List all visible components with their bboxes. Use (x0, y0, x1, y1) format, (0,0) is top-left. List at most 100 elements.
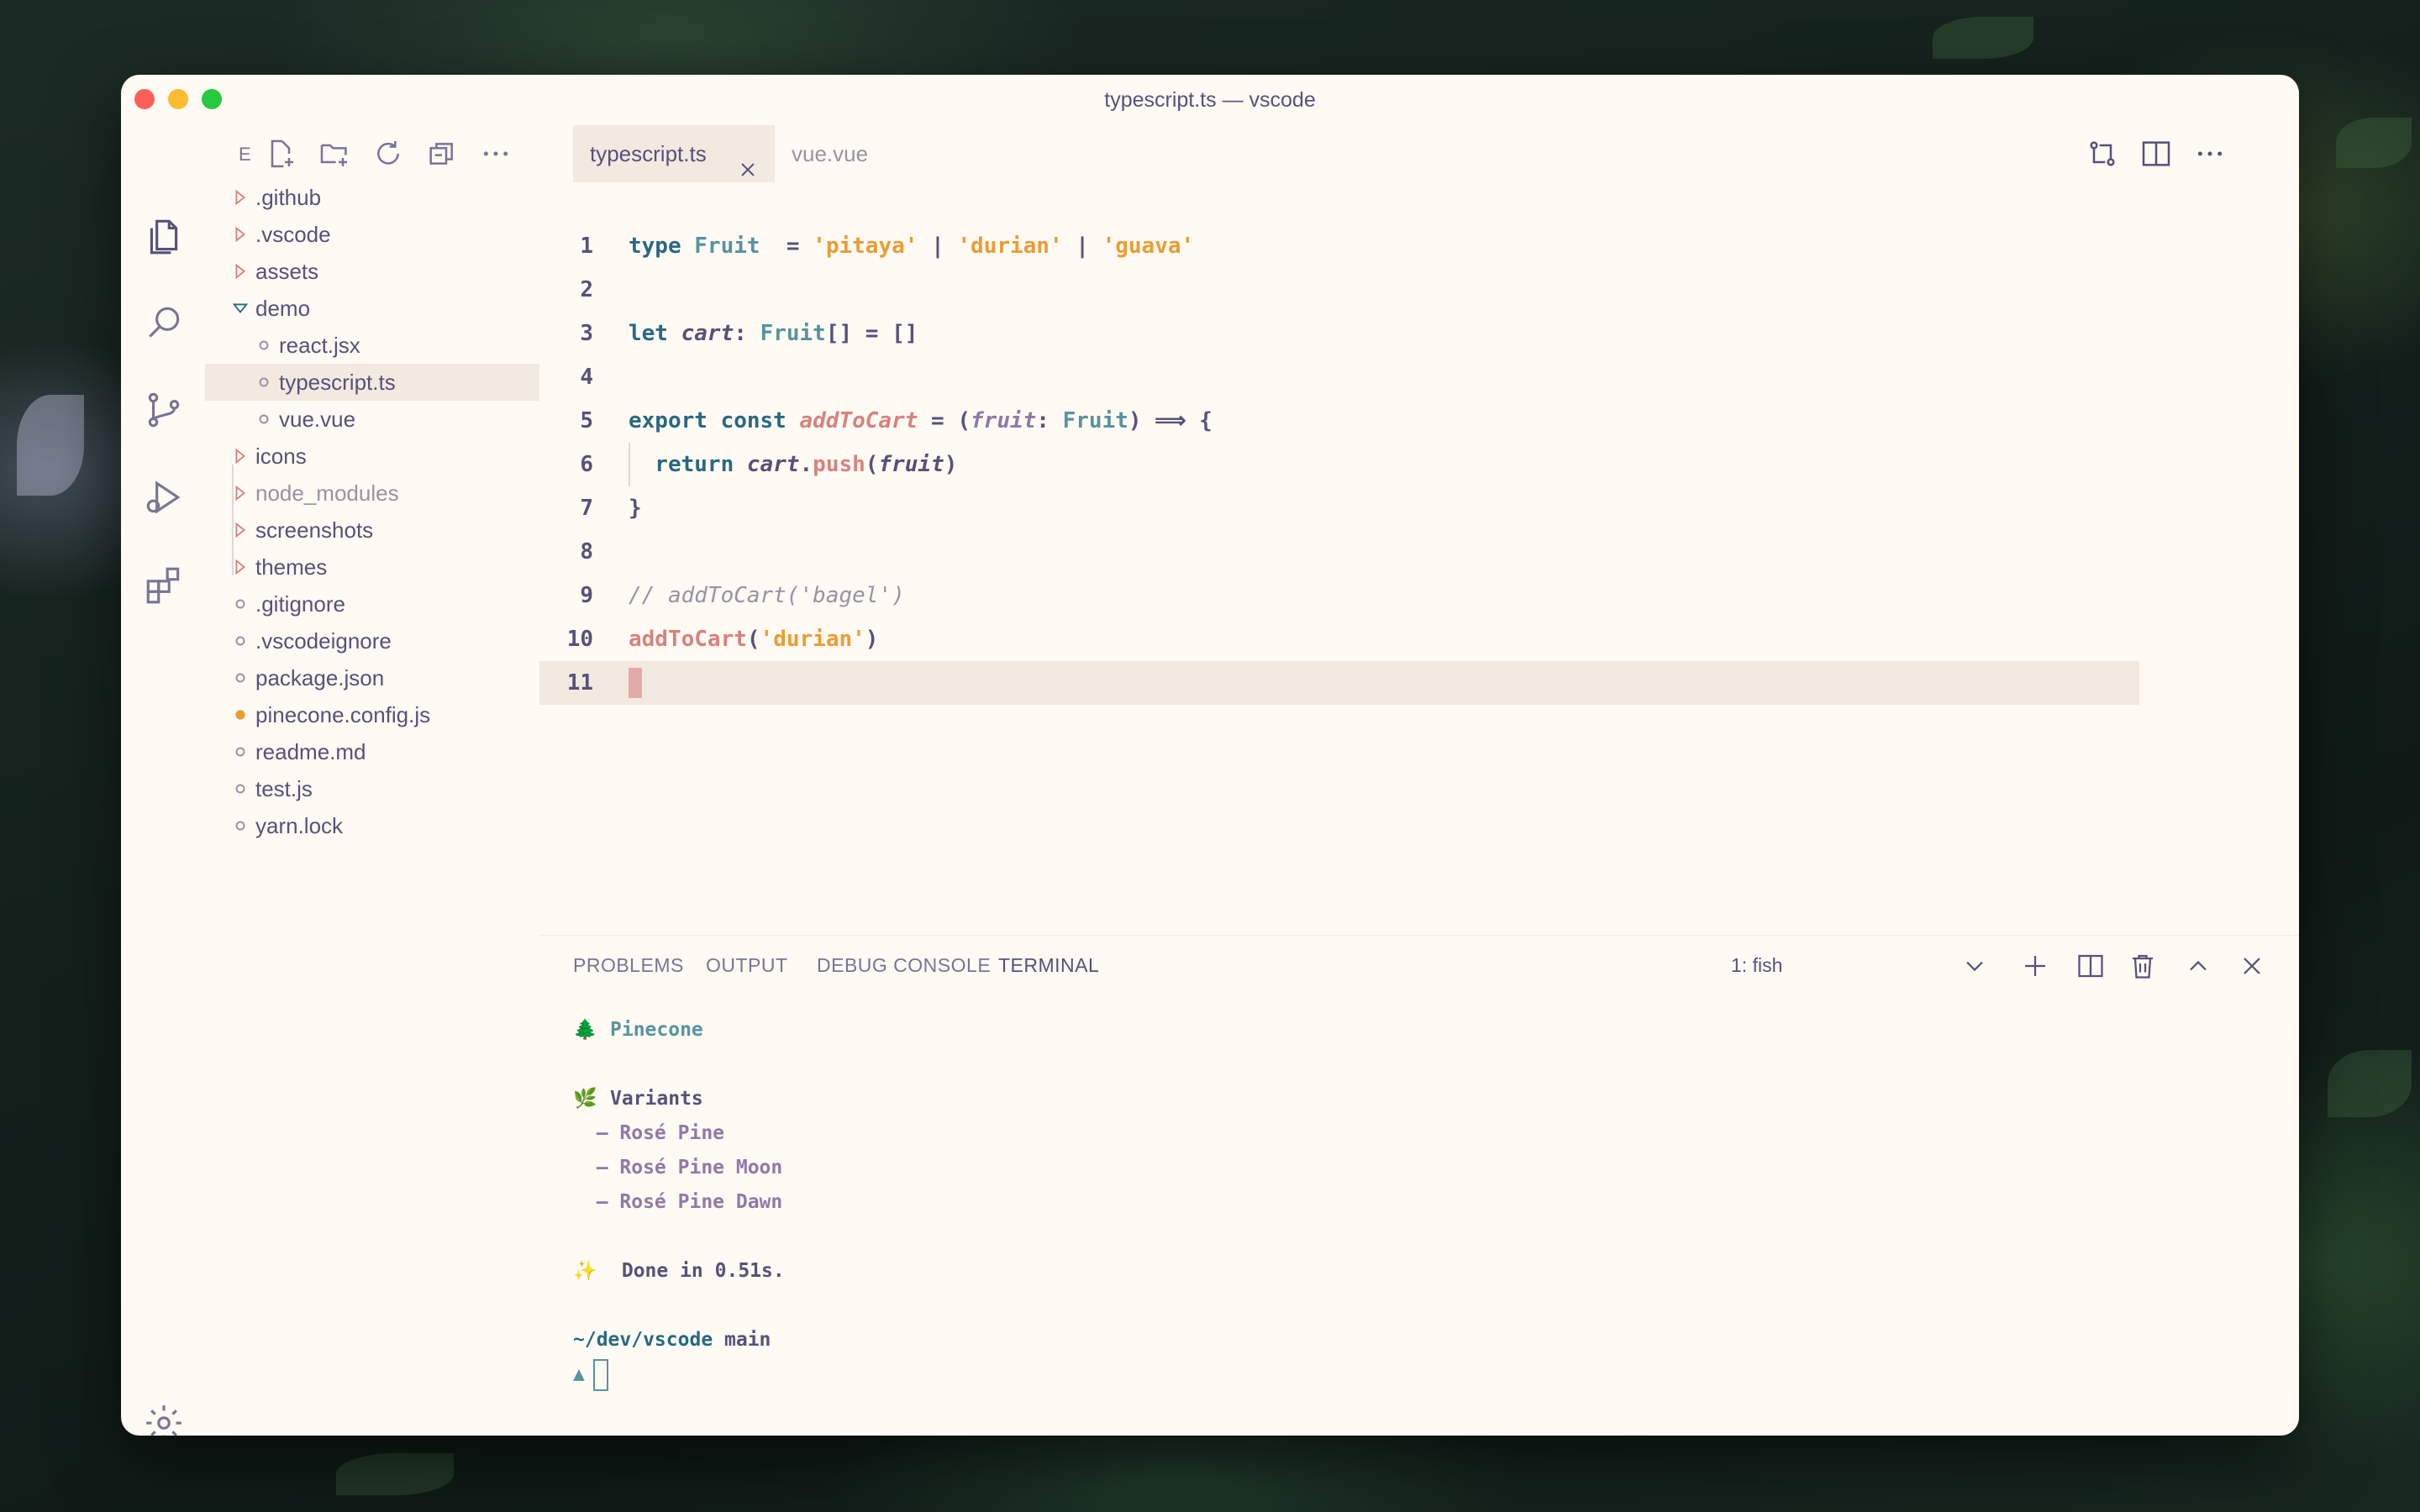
chevron-down-icon (230, 290, 250, 327)
file-tree: .github .vscode assets demo react.jsx typescr… (205, 179, 539, 844)
terminal-line: – Rosé Pine Dawn (573, 1191, 783, 1213)
tree-file[interactable]: typescript.ts (205, 364, 539, 401)
emoji-icon: ✨ (573, 1260, 597, 1282)
terminal-line: 🌿 Variants (573, 1082, 2299, 1116)
terminal-prompt[interactable]: ▲ (573, 1357, 2299, 1392)
terminal-line: – Rosé Pine Moon (573, 1157, 783, 1179)
tree-item-label: package.json (255, 665, 385, 690)
tree-file[interactable]: .gitignore (205, 585, 539, 622)
foliage-decoration (2336, 118, 2412, 168)
code-line[interactable]: 11 (539, 661, 2139, 705)
source-control-icon[interactable] (143, 389, 185, 431)
more-icon[interactable] (479, 137, 513, 171)
file-dot-icon (230, 733, 250, 770)
tree-folder[interactable]: node_modules (205, 475, 539, 512)
explorer-header-label: E (239, 144, 251, 165)
tree-item-label: readme.md (255, 739, 366, 764)
trash-icon[interactable] (2128, 951, 2158, 981)
code-line[interactable]: 1 type Fruit = 'pitaya' | 'durian' | 'gua… (539, 224, 2299, 268)
code-line[interactable]: 10 addToCart('durian') (539, 617, 2299, 661)
code-line[interactable]: 2 (539, 268, 2299, 312)
tree-folder[interactable]: assets (205, 253, 539, 290)
code-text: return cart.push(fruit) (629, 452, 958, 477)
tree-file[interactable]: vue.vue (205, 401, 539, 438)
code-line[interactable]: 6 return cart.push(fruit) (539, 443, 2299, 486)
search-icon[interactable] (143, 302, 185, 344)
tab-terminal[interactable]: TERMINAL (998, 954, 1099, 977)
code-text: type Fruit = 'pitaya' | 'durian' | 'guav… (629, 234, 1195, 259)
code-line[interactable]: 3 let cart: Fruit[] = [] (539, 312, 2299, 355)
close-icon[interactable] (2237, 951, 2267, 981)
tree-file[interactable]: readme.md (205, 733, 539, 770)
terminal-selector[interactable]: 1: fish (1731, 954, 1782, 977)
tree-item-label: typescript.ts (279, 370, 396, 395)
tree-item-label: assets (255, 259, 319, 284)
collapse-all-icon[interactable] (425, 137, 459, 171)
code-line[interactable]: 7} (539, 486, 2299, 530)
tree-folder[interactable]: demo (205, 290, 539, 327)
line-number: 10 (566, 627, 593, 652)
tree-item-label: test.js (255, 776, 313, 801)
terminal-output[interactable]: 🌲 Pinecone 🌿 Variants – Rosé Pine – Rosé Pi… (573, 1013, 2299, 1392)
new-folder-icon[interactable] (318, 137, 351, 171)
plus-icon[interactable] (2020, 951, 2050, 981)
tree-folder[interactable]: screenshots (205, 512, 539, 549)
text-cursor (629, 668, 642, 698)
tree-folder[interactable]: icons (205, 438, 539, 475)
terminal-line: 🌲 Pinecone (573, 1013, 2299, 1047)
tree-file[interactable]: react.jsx (205, 327, 539, 364)
editor-area: typescript.ts vue.vue 1 type Fruit = 'pit… (539, 125, 2299, 935)
file-dot-icon (254, 364, 274, 401)
file-dot-icon (230, 807, 250, 844)
tree-file[interactable]: test.js (205, 770, 539, 807)
extensions-icon[interactable] (143, 564, 185, 606)
new-file-icon[interactable] (264, 137, 297, 171)
explorer-icon[interactable] (143, 216, 185, 258)
line-number: 6 (580, 452, 593, 477)
tree-file[interactable]: pinecone.config.js (205, 696, 539, 733)
open-changes-icon[interactable] (2086, 137, 2119, 171)
tab-output[interactable]: OUTPUT (706, 954, 788, 977)
settings-gear-icon[interactable] (143, 1402, 185, 1436)
split-terminal-icon[interactable] (2075, 951, 2106, 981)
chevron-up-icon[interactable] (2183, 951, 2213, 981)
tree-item-label: icons (255, 444, 307, 469)
code-line[interactable]: 8 (539, 530, 2299, 574)
window-title: typescript.ts — vscode (1104, 88, 1316, 112)
tree-item-label: themes (255, 554, 328, 580)
tab-debug-console[interactable]: DEBUG CONSOLE (817, 954, 991, 977)
tab-vue-vue[interactable]: vue.vue (792, 125, 868, 182)
tab-problems[interactable]: PROBLEMS (573, 954, 684, 977)
tree-file[interactable]: .vscodeignore (205, 622, 539, 659)
file-dot-icon (254, 327, 274, 364)
line-number: 2 (580, 277, 593, 302)
tab-typescript-ts[interactable]: typescript.ts (573, 125, 775, 182)
tree-file[interactable]: package.json (205, 659, 539, 696)
terminal-cursor (592, 1358, 608, 1391)
tree-file[interactable]: yarn.lock (205, 807, 539, 844)
file-dot-icon (230, 696, 250, 733)
run-debug-icon[interactable] (143, 476, 185, 518)
file-dot-icon (230, 659, 250, 696)
more-icon[interactable] (2193, 137, 2227, 171)
tree-item-label: screenshots (255, 517, 374, 543)
code-editor[interactable]: 1 type Fruit = 'pitaya' | 'durian' | 'gua… (539, 224, 2299, 705)
code-line[interactable]: 5 export const addToCart = (fruit: Fruit)… (539, 399, 2299, 443)
tree-folder[interactable]: .vscode (205, 216, 539, 253)
line-number: 11 (566, 670, 593, 696)
tree-indent-guide (232, 465, 234, 575)
close-icon[interactable] (738, 144, 758, 176)
terminal-line: – Rosé Pine (573, 1122, 725, 1144)
tree-folder[interactable]: .github (205, 179, 539, 216)
split-editor-icon[interactable] (2139, 137, 2173, 171)
tree-folder[interactable]: themes (205, 549, 539, 585)
foliage-decoration (1933, 17, 2033, 59)
code-line[interactable]: 9 // addToCart('bagel') (539, 574, 2299, 617)
file-dot-icon (230, 770, 250, 807)
chevron-right-icon (230, 253, 250, 290)
chevron-down-icon[interactable] (1960, 951, 1990, 981)
code-line[interactable]: 4 (539, 355, 2299, 399)
refresh-icon[interactable] (371, 137, 405, 171)
